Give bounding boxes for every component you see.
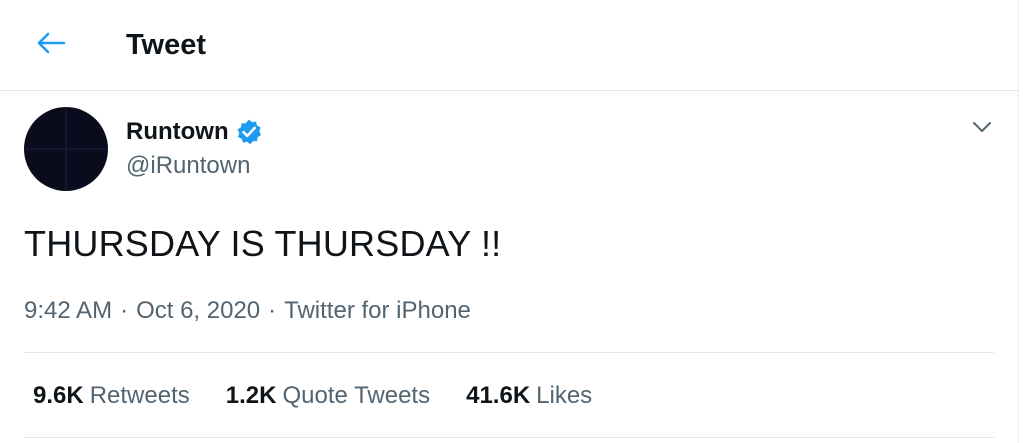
author-name-row: Runtown	[126, 116, 263, 148]
avatar[interactable]	[24, 107, 108, 191]
verified-badge-icon	[235, 118, 263, 146]
page-header: Tweet	[0, 0, 1018, 91]
tweet-time[interactable]: 9:42 AM	[24, 296, 112, 326]
tweet-page: Tweet Runtown @iRuntown THURSDAY IS THUR…	[0, 0, 1024, 443]
page-title: Tweet	[126, 29, 207, 61]
chevron-down-icon	[972, 120, 992, 138]
author-handle[interactable]: @iRuntown	[126, 151, 250, 181]
likes-stat[interactable]: 41.6K Likes	[466, 381, 592, 411]
arrow-left-icon	[36, 31, 66, 60]
tweet-date[interactable]: Oct 6, 2020	[136, 296, 260, 326]
retweets-stat[interactable]: 9.6K Retweets	[33, 381, 190, 411]
meta-separator: ·	[268, 297, 277, 324]
quote-tweets-count: 1.2K	[225, 382, 277, 409]
tweet-menu-button[interactable]	[964, 113, 1000, 145]
likes-count: 41.6K	[466, 382, 531, 409]
author-display-name[interactable]: Runtown	[126, 117, 229, 147]
quote-tweets-label: Quote Tweets	[282, 382, 431, 409]
tweet-source[interactable]: Twitter for iPhone	[284, 296, 471, 326]
back-button[interactable]	[28, 22, 74, 68]
tweet-text: THURSDAY IS THURSDAY !!	[24, 223, 502, 264]
tweet-stats: 9.6K Retweets 1.2K Quote Tweets 41.6K Li…	[33, 380, 628, 412]
retweets-label: Retweets	[89, 382, 190, 409]
tweet-meta: 9:42 AM · Oct 6, 2020 · Twitter for iPho…	[24, 295, 471, 327]
likes-label: Likes	[536, 382, 593, 409]
meta-separator: ·	[120, 297, 129, 324]
quote-tweets-stat[interactable]: 1.2K Quote Tweets	[226, 381, 430, 411]
divider	[24, 352, 994, 353]
retweets-count: 9.6K	[33, 382, 84, 409]
column-border	[1018, 0, 1019, 443]
divider	[24, 437, 994, 438]
